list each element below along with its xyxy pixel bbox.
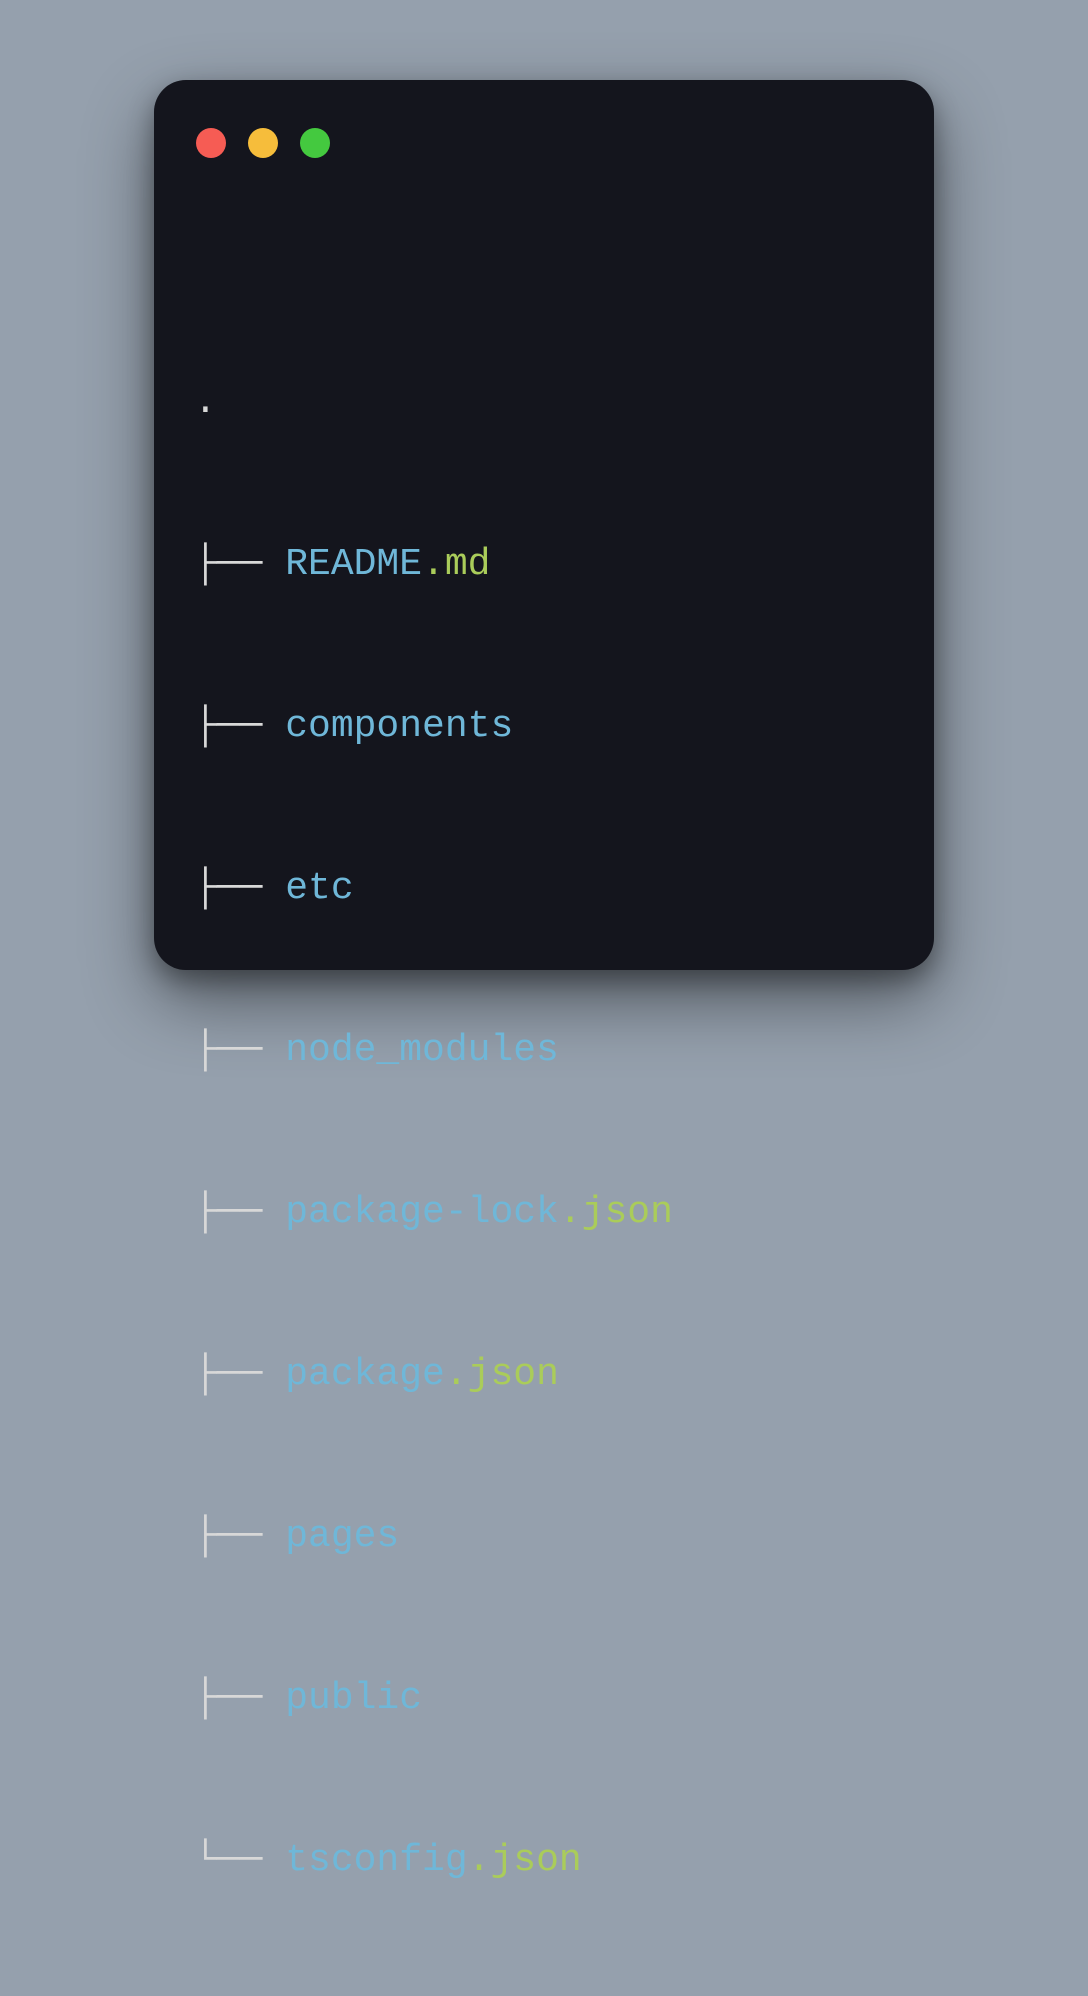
tree-item-name: package-lock	[285, 1191, 559, 1234]
close-icon[interactable]	[196, 128, 226, 158]
tree-prefix: ├──	[194, 1353, 285, 1396]
tree-root-label: .	[194, 381, 217, 424]
tree-row: ├── pages	[194, 1510, 894, 1564]
tree-prefix: └──	[194, 1839, 285, 1882]
tree-item-ext: .json	[445, 1353, 559, 1396]
tree-row: ├── README.md	[194, 538, 894, 592]
tree-item-name: components	[285, 705, 513, 748]
tree-row: ├── package-lock.json	[194, 1186, 894, 1240]
tree-item-ext: .md	[422, 543, 490, 586]
tree-prefix: ├──	[194, 1677, 285, 1720]
tree-item-ext: .json	[559, 1191, 673, 1234]
tree-item-name: package	[285, 1353, 445, 1396]
tree-row: ├── etc	[194, 862, 894, 916]
tree-row: ├── components	[194, 700, 894, 754]
tree-row: ├── package.json	[194, 1348, 894, 1402]
tree-row: ├── node_modules	[194, 1024, 894, 1078]
tree-prefix: ├──	[194, 1029, 285, 1072]
tree-prefix: ├──	[194, 705, 285, 748]
tree-prefix: ├──	[194, 867, 285, 910]
terminal-output: . ├── README.md ├── components ├── etc ├…	[194, 268, 894, 1996]
tree-item-name: tsconfig	[285, 1839, 467, 1882]
tree-item-name: public	[285, 1677, 422, 1720]
tree-item-name: pages	[285, 1515, 399, 1558]
tree-prefix: ├──	[194, 1191, 285, 1234]
traffic-lights	[194, 128, 894, 158]
tree-item-name: etc	[285, 867, 353, 910]
tree-item-ext: .json	[468, 1839, 582, 1882]
tree-item-name: README	[285, 543, 422, 586]
tree-prefix: ├──	[194, 543, 285, 586]
tree-row: └── tsconfig.json	[194, 1834, 894, 1888]
tree-row: ├── public	[194, 1672, 894, 1726]
maximize-icon[interactable]	[300, 128, 330, 158]
terminal-window: . ├── README.md ├── components ├── etc ├…	[154, 80, 934, 970]
tree-item-name: node_modules	[285, 1029, 559, 1072]
minimize-icon[interactable]	[248, 128, 278, 158]
tree-root: .	[194, 376, 894, 430]
tree-prefix: ├──	[194, 1515, 285, 1558]
